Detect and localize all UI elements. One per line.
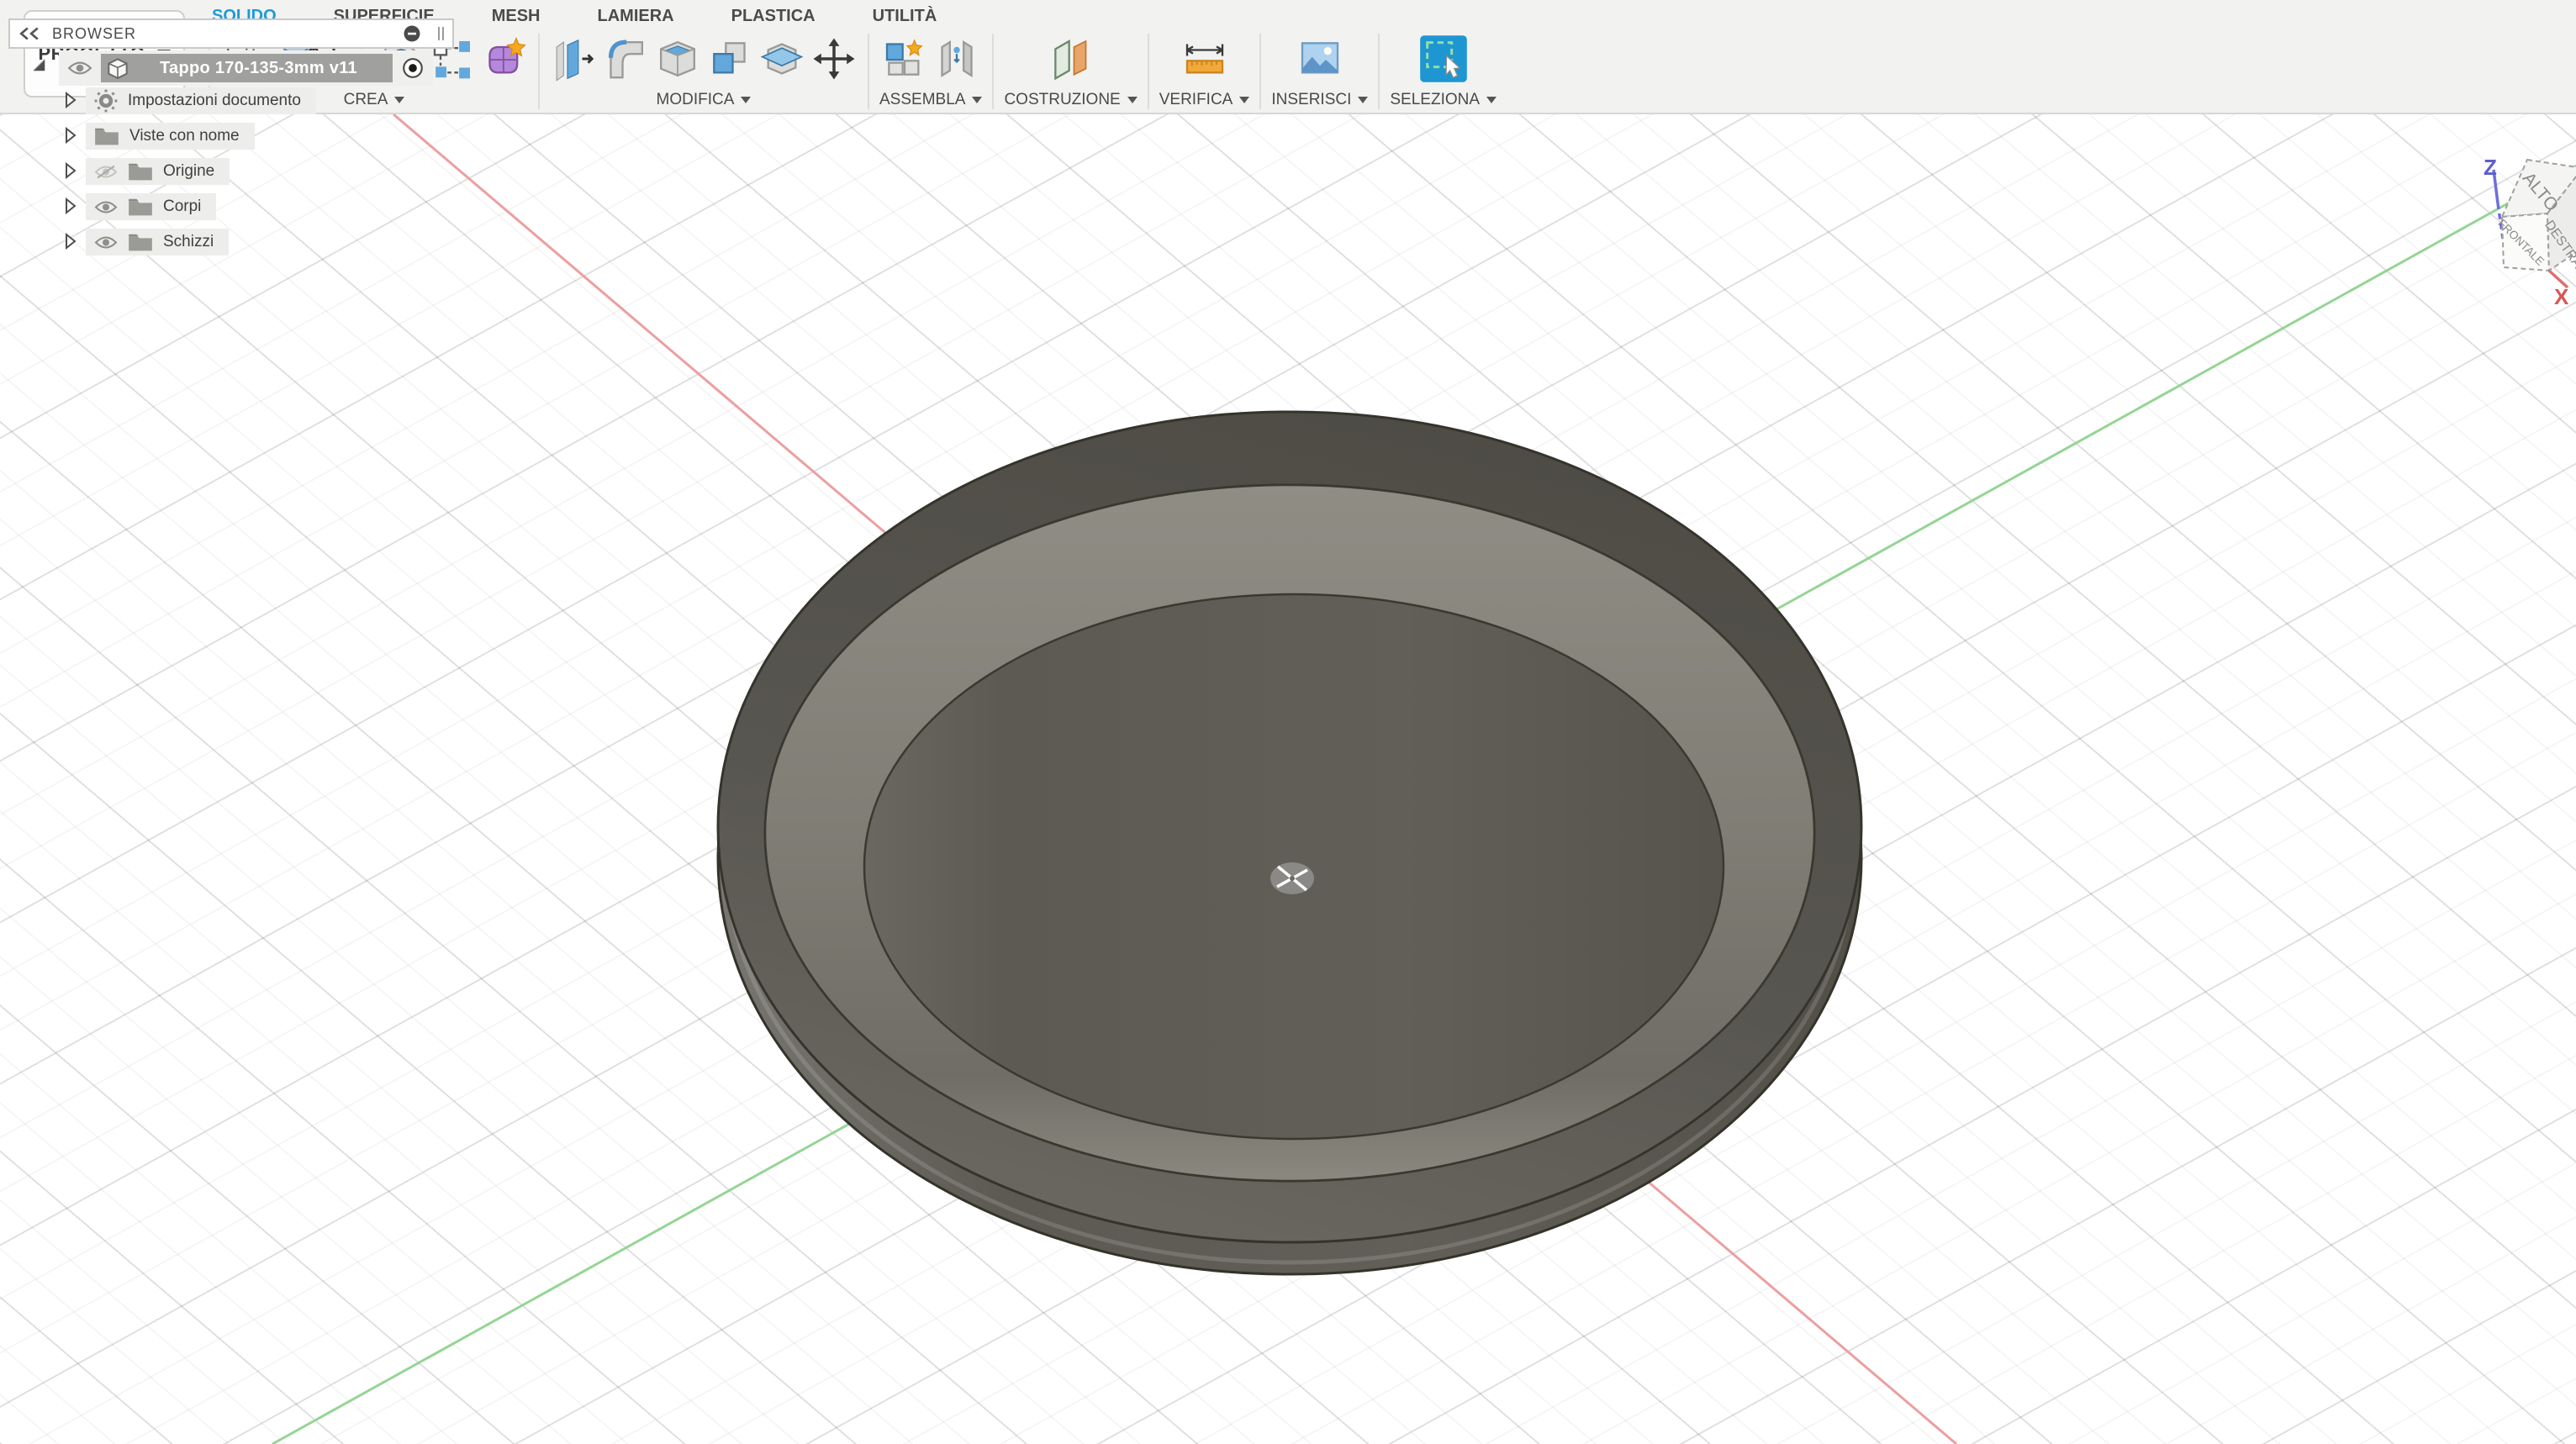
new-component-button[interactable] [881, 35, 928, 82]
toolbar-group-costruzione: COSTRUZIONE [1004, 30, 1137, 109]
construction-plane-button[interactable] [1048, 35, 1095, 82]
group-label-text: MODIFICA [657, 91, 735, 109]
joint-button[interactable] [933, 35, 980, 82]
group-label-costruzione[interactable]: COSTRUZIONE [1004, 91, 1137, 109]
eye-hidden-icon[interactable] [94, 164, 118, 180]
move-button[interactable] [810, 35, 858, 82]
chevron-down-icon [1358, 97, 1368, 103]
group-label-text: SELEZIONA [1390, 91, 1480, 109]
viewcube-x-label: X [2554, 284, 2569, 309]
expand-arrow-icon[interactable] [62, 126, 79, 145]
eye-icon[interactable] [94, 199, 118, 215]
browser-item-schizzi[interactable]: Schizzi [86, 229, 229, 256]
folder-icon [128, 197, 153, 217]
group-label-text: COSTRUZIONE [1004, 91, 1120, 109]
browser-item-corpi[interactable]: Corpi [86, 193, 216, 220]
group-label-inserisci[interactable]: INSERISCI [1271, 91, 1368, 109]
chevron-down-icon [1486, 97, 1497, 103]
expand-arrow-icon[interactable] [62, 91, 79, 109]
toolbar-group-inserisci: INSERISCI [1271, 30, 1368, 109]
toolbar-divider [1148, 34, 1149, 109]
new-component-icon [881, 35, 928, 82]
browser-root-label: Tappo 170-135-3mm v11 [140, 59, 381, 78]
group-label-verifica[interactable]: VERIFICA [1159, 91, 1250, 109]
toolbar-group-seleziona: SELEZIONA [1390, 30, 1497, 109]
browser-title: BROWSER [52, 25, 391, 43]
tab-plastica[interactable]: PLASTICA [731, 7, 816, 26]
fusion360-window: { "toolbar": { "project_button": { "labe… [0, 0, 2576, 1444]
toolbar-divider [992, 34, 994, 109]
expand-arrow-icon[interactable] [62, 232, 79, 250]
expand-arrow-icon[interactable] [62, 197, 79, 215]
select-icon [1419, 34, 1468, 83]
shell-icon [654, 35, 701, 82]
toolbar-group-modifica: MODIFICA [550, 30, 858, 109]
chevron-down-icon [741, 97, 751, 103]
folder-icon [94, 126, 119, 146]
hide-all-icon[interactable] [403, 24, 421, 43]
tab-lamiera[interactable]: LAMIERA [598, 7, 674, 26]
activate-component-radio-icon[interactable] [401, 56, 425, 80]
collapse-panel-icon[interactable] [18, 27, 40, 40]
toolbar-divider [538, 34, 540, 109]
browser-item-impostazioni-documento[interactable]: Impostazioni documento [86, 87, 316, 114]
shell-button[interactable] [654, 35, 701, 82]
viewcube-z-label: Z [2484, 155, 2497, 180]
measure-button[interactable] [1181, 35, 1228, 82]
press-pull-button[interactable] [550, 35, 597, 82]
insert-image-icon [1296, 35, 1343, 82]
browser-item-origine[interactable]: Origine [86, 158, 230, 185]
select-button[interactable] [1419, 34, 1468, 83]
browser-item-label: Corpi [163, 198, 201, 216]
browser-root-selection: Tappo 170-135-3mm v11 [101, 54, 393, 82]
chevron-down-icon [1127, 97, 1138, 103]
toolbar-group-verifica: VERIFICA [1159, 30, 1250, 109]
fillet-icon [602, 35, 649, 82]
group-label-assembla[interactable]: ASSEMBLA [879, 91, 982, 109]
combine-icon [706, 35, 753, 82]
folder-icon [128, 161, 153, 182]
root-expand-arrow-icon[interactable] [30, 55, 47, 74]
browser-root-row[interactable]: Tappo 170-135-3mm v11 [59, 50, 433, 86]
browser-item-label: Impostazioni documento [128, 92, 301, 110]
group-label-text: VERIFICA [1159, 91, 1233, 109]
eye-icon[interactable] [94, 235, 118, 250]
expand-arrow-icon[interactable] [62, 161, 79, 180]
browser-item-label: Viste con nome [129, 127, 240, 145]
browser-item-label: Schizzi [163, 233, 214, 251]
group-label-modifica[interactable]: MODIFICA [657, 91, 752, 109]
split-body-button[interactable] [758, 35, 805, 82]
toolbar-divider [1378, 34, 1380, 109]
group-label-text: INSERISCI [1271, 91, 1351, 109]
browser-header[interactable]: BROWSER [8, 18, 454, 49]
group-label-text: ASSEMBLA [879, 91, 965, 109]
browser-panel: BROWSER Tappo 170-135-3mm v11 Impostazio… [0, 0, 521, 437]
browser-item-viste-con-nome[interactable]: Viste con nome [86, 123, 255, 150]
insert-image-button[interactable] [1296, 35, 1343, 82]
combine-button[interactable] [706, 35, 753, 82]
toolbar-group-assembla: ASSEMBLA [879, 30, 982, 109]
gear-icon [94, 89, 118, 113]
joint-icon [933, 35, 980, 82]
press-pull-icon [550, 35, 597, 82]
folder-icon [128, 232, 153, 252]
tab-utilita[interactable]: UTILITÀ [873, 7, 937, 26]
chevron-down-icon [972, 97, 982, 103]
toolbar-divider [868, 34, 869, 109]
chevron-down-icon [1239, 97, 1249, 103]
construction-plane-icon [1048, 35, 1095, 82]
panel-resize-grip[interactable] [438, 27, 444, 40]
toolbar-divider [1259, 34, 1261, 109]
measure-icon [1181, 35, 1228, 82]
model-tappo-body[interactable] [718, 412, 1861, 1274]
browser-item-label: Origine [163, 162, 214, 181]
origin-marker [1270, 862, 1314, 894]
visibility-eye-icon[interactable] [67, 60, 92, 76]
move-icon [810, 35, 858, 82]
group-label-seleziona[interactable]: SELEZIONA [1390, 91, 1497, 109]
component-cube-icon [104, 55, 131, 82]
viewcube[interactable]: ALTO FRONTALE DESTRA Z X [2484, 155, 2576, 309]
split-body-icon [758, 35, 805, 82]
fillet-button[interactable] [602, 35, 649, 82]
